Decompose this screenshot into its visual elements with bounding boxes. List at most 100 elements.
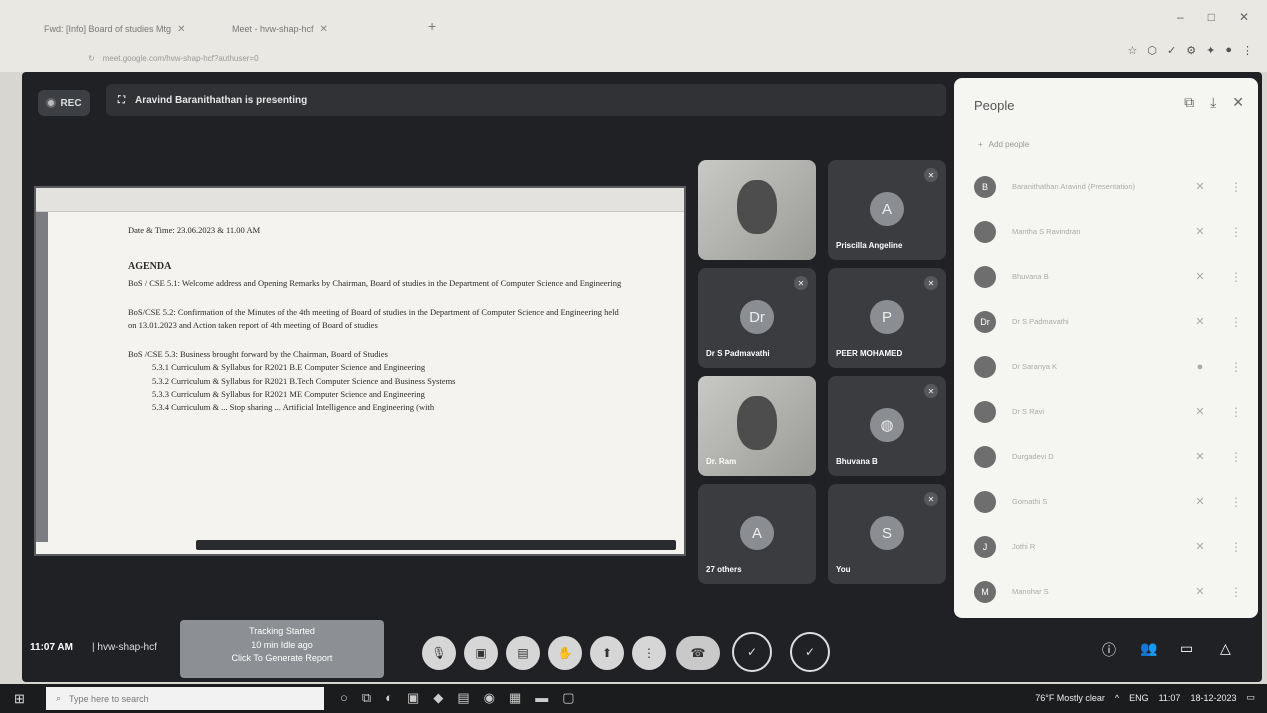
video-tile[interactable]: ✕ Dr Dr S Padmavathi bbox=[698, 268, 816, 368]
chevron-up-icon[interactable]: ^ bbox=[1115, 693, 1119, 703]
chat-icon[interactable]: ▭ bbox=[1180, 640, 1193, 657]
settings-icon[interactable]: ⚙ bbox=[1186, 44, 1196, 57]
speaking-icon[interactable]: ● bbox=[1190, 361, 1210, 373]
bookmark-icon[interactable]: ☆ bbox=[1128, 44, 1138, 57]
avatar bbox=[974, 400, 996, 423]
participant-row[interactable]: Mantha S Ravindran ✕ ⋮ bbox=[974, 209, 1244, 254]
more-options-icon[interactable]: ⋮ bbox=[1230, 405, 1242, 419]
more-options-icon[interactable]: ⋮ bbox=[1230, 180, 1242, 194]
mic-off-icon[interactable]: ✕ bbox=[1190, 180, 1210, 193]
self-tile[interactable]: ✕ S You bbox=[828, 484, 946, 584]
app-icon[interactable]: ▦ bbox=[509, 690, 521, 706]
store-icon[interactable]: ▣ bbox=[407, 690, 419, 706]
activities-icon[interactable]: △ bbox=[1220, 640, 1231, 657]
participant-row[interactable]: B Baranithathan Aravind (Presentation) ✕ ⋮ bbox=[974, 164, 1244, 209]
others-tile[interactable]: A 27 others bbox=[698, 484, 816, 584]
mic-off-icon[interactable]: ✕ bbox=[1190, 270, 1210, 283]
close-tab-icon[interactable]: ✕ bbox=[177, 24, 185, 35]
lang-text[interactable]: ENG bbox=[1129, 693, 1149, 703]
tracking-notification[interactable]: Tracking Started 10 min Idle ago Click T… bbox=[180, 620, 384, 678]
notification-line-3: Click To Generate Report bbox=[231, 653, 333, 663]
browser-tab-1[interactable]: Fwd: [Info] Board of studies Mtg ✕ bbox=[44, 18, 224, 40]
window-controls: – □ ✕ bbox=[1177, 10, 1249, 24]
app-icon[interactable]: ▤ bbox=[457, 690, 469, 706]
participant-row[interactable]: Bhuvana B ✕ ⋮ bbox=[974, 254, 1244, 299]
video-tile[interactable] bbox=[698, 160, 816, 260]
more-options-icon[interactable]: ⋮ bbox=[1230, 270, 1242, 284]
more-options-button[interactable]: ⋮ bbox=[632, 636, 666, 670]
info-icon[interactable]: ⓘ bbox=[1102, 640, 1116, 660]
extension-icon[interactable]: ⬡ bbox=[1147, 44, 1157, 57]
participant-row[interactable]: Gomathi S ✕ ⋮ bbox=[974, 479, 1244, 524]
app-icon[interactable]: ◆ bbox=[433, 690, 443, 706]
close-window-button[interactable]: ✕ bbox=[1239, 10, 1249, 24]
mic-off-icon: ✕ bbox=[924, 168, 938, 182]
avatar: A bbox=[740, 516, 774, 550]
more-options-icon[interactable]: ⋮ bbox=[1230, 315, 1242, 329]
mic-off-icon[interactable]: ✕ bbox=[1190, 405, 1210, 418]
more-options-icon[interactable]: ⋮ bbox=[1230, 540, 1242, 554]
download-icon[interactable]: ⤓ bbox=[1210, 94, 1216, 111]
raise-hand-button[interactable]: ✋ bbox=[548, 636, 582, 670]
new-tab-button[interactable]: + bbox=[428, 18, 436, 34]
clock-date[interactable]: 18-12-2023 bbox=[1190, 693, 1236, 703]
more-options-icon[interactable]: ⋮ bbox=[1230, 495, 1242, 509]
menu-icon[interactable]: ⋮ bbox=[1242, 44, 1253, 57]
extension-button-2[interactable]: ✓ bbox=[790, 632, 830, 672]
check-icon[interactable]: ✓ bbox=[1167, 44, 1176, 57]
more-options-icon[interactable]: ⋮ bbox=[1230, 450, 1242, 464]
browser-tab-2[interactable]: Meet - hvw-shap-hcf ✕ bbox=[232, 18, 372, 40]
participant-row[interactable]: Dr Dr S Padmavathi ✕ ⋮ bbox=[974, 299, 1244, 344]
mic-off-icon[interactable]: ✕ bbox=[1190, 540, 1210, 553]
maximize-button[interactable]: □ bbox=[1208, 10, 1215, 24]
video-tile[interactable]: ✕ A Priscilla Angeline bbox=[828, 160, 946, 260]
mic-off-icon[interactable]: ✕ bbox=[1190, 585, 1210, 598]
cortana-icon[interactable]: ○ bbox=[340, 690, 348, 706]
mic-button[interactable]: 🎙 bbox=[422, 636, 456, 670]
taskbar-search[interactable]: ⌕ Type here to search bbox=[46, 687, 324, 710]
present-button[interactable]: ⬆ bbox=[590, 636, 624, 670]
edge-icon[interactable]: ◐ bbox=[385, 690, 393, 706]
windows-start-icon[interactable]: ⊞ bbox=[14, 691, 25, 707]
extension-button[interactable]: ✓ bbox=[732, 632, 772, 672]
reload-icon[interactable]: ↻ bbox=[88, 54, 95, 63]
more-options-icon[interactable]: ⋮ bbox=[1230, 360, 1242, 374]
participant-row[interactable]: Dr Saranya K ● ⋮ bbox=[974, 344, 1244, 389]
participant-name: Baranithathan Aravind (Presentation) bbox=[1012, 182, 1135, 191]
video-tile[interactable]: ✕ ◍ Bhuvana B bbox=[828, 376, 946, 476]
close-tab-icon[interactable]: ✕ bbox=[320, 24, 328, 35]
people-icon[interactable]: 👥 bbox=[1140, 640, 1157, 657]
participant-row[interactable]: Durgadevi D ✕ ⋮ bbox=[974, 434, 1244, 479]
app-icon[interactable]: ▢ bbox=[562, 690, 574, 706]
more-options-icon[interactable]: ⋮ bbox=[1230, 225, 1242, 239]
camera-button[interactable]: ▣ bbox=[464, 636, 498, 670]
video-tile[interactable]: ✕ P PEER MOHAMED bbox=[828, 268, 946, 368]
avatar: A bbox=[870, 192, 904, 226]
participant-row[interactable]: Dr S Ravi ✕ ⋮ bbox=[974, 389, 1244, 434]
chrome-icon[interactable]: ◉ bbox=[484, 690, 495, 706]
mic-off-icon[interactable]: ✕ bbox=[1190, 315, 1210, 328]
add-people-button[interactable]: + Add people bbox=[978, 140, 1029, 149]
avatar: P bbox=[870, 300, 904, 334]
more-options-icon[interactable]: ⋮ bbox=[1230, 585, 1242, 599]
task-view-icon[interactable]: ⧉ bbox=[362, 690, 371, 706]
captions-button[interactable]: ▤ bbox=[506, 636, 540, 670]
weather-text[interactable]: 76°F Mostly clear bbox=[1035, 693, 1105, 703]
rec-label: REC bbox=[60, 97, 82, 109]
mic-off-icon[interactable]: ✕ bbox=[1190, 225, 1210, 238]
clock-time[interactable]: 11:07 bbox=[1159, 693, 1181, 703]
minimize-button[interactable]: – bbox=[1177, 10, 1184, 24]
puzzle-icon[interactable]: ✦ bbox=[1206, 44, 1215, 57]
leave-call-button[interactable]: ☎ bbox=[676, 636, 720, 670]
participant-row[interactable]: J Jothi R ✕ ⋮ bbox=[974, 524, 1244, 569]
notification-icon[interactable]: ▭ bbox=[1246, 692, 1255, 703]
close-icon[interactable]: ✕ bbox=[1232, 94, 1244, 111]
copy-icon[interactable]: ⧉ bbox=[1184, 94, 1194, 111]
folder-icon[interactable]: ▬ bbox=[535, 690, 548, 706]
video-tile[interactable]: Dr. Ram bbox=[698, 376, 816, 476]
profile-icon[interactable]: ● bbox=[1225, 44, 1232, 57]
address-bar[interactable]: ↻ meet.google.com/hvw-shap-hcf?authuser=… bbox=[88, 50, 688, 66]
participant-row[interactable]: M Manohar S ✕ ⋮ bbox=[974, 569, 1244, 614]
mic-off-icon[interactable]: ✕ bbox=[1190, 495, 1210, 508]
mic-off-icon[interactable]: ✕ bbox=[1190, 450, 1210, 463]
